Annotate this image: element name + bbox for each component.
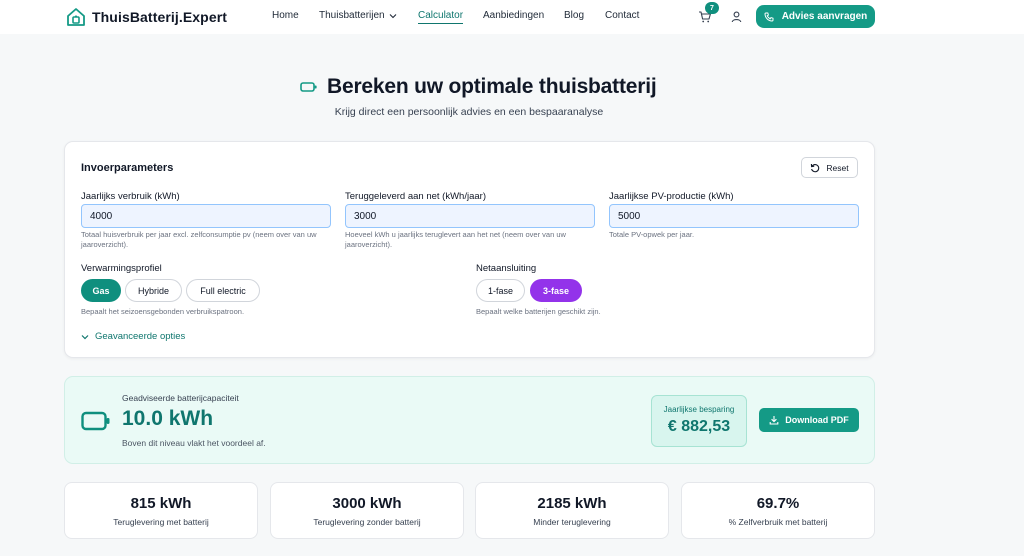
page-subtitle: Krijg direct een persoonlijk advies en e… xyxy=(334,106,604,118)
house-battery-icon xyxy=(67,8,85,26)
stat-label: % Zelfverbruik met batterij xyxy=(728,517,828,527)
stat-value: 3000 kWh xyxy=(332,495,402,512)
phone-icon xyxy=(764,12,774,22)
request-advice-button[interactable]: Advies aanvragen xyxy=(756,5,875,28)
recommendation-card: Geadviseerde batterijcapaciteit 10.0 kWh… xyxy=(64,376,875,464)
nav-thuisbatterijen[interactable]: Thuisbatterijen xyxy=(319,10,397,21)
grid-option-1-fase[interactable]: 1-fase xyxy=(476,279,525,302)
stat-card-self-consumption: 69.7% % Zelfverbruik met batterij xyxy=(681,482,875,539)
heating-profile-label: Verwarmingsprofiel xyxy=(81,263,162,274)
grid-export-label: Teruggeleverd aan net (kWh/jaar) xyxy=(345,191,486,202)
stat-label: Teruglevering zonder batterij xyxy=(313,517,421,527)
advanced-options-label: Geavanceerde opties xyxy=(95,331,186,342)
annual-saving-value: € 882,53 xyxy=(667,418,731,435)
page-title-text: Bereken uw optimale thuisbatterij xyxy=(327,75,657,98)
heating-profile-help: Bepaalt het seizoensgebonden verbruikspa… xyxy=(81,307,245,316)
stat-value: 69.7% xyxy=(756,495,800,512)
stat-card-less-export: 2185 kWh Minder teruglevering xyxy=(475,482,669,539)
recommended-capacity-label: Geadviseerde batterijcapaciteit xyxy=(122,393,239,403)
recommended-capacity-value: 10.0 kWh xyxy=(122,407,214,430)
download-pdf-button[interactable]: Download PDF xyxy=(759,408,859,432)
nav-contact[interactable]: Contact xyxy=(605,10,639,21)
stat-label: Minder teruglevering xyxy=(533,517,611,527)
annual-saving-label: Jaarlijkse besparing xyxy=(663,405,735,414)
download-pdf-label: Download PDF xyxy=(785,415,849,425)
battery-icon xyxy=(300,82,317,92)
grid-export-input[interactable]: 3000 xyxy=(345,204,595,228)
heating-option-hybride[interactable]: Hybride xyxy=(125,279,182,302)
recommended-capacity-note: Boven dit niveau vlakt het voordeel af. xyxy=(122,438,266,448)
stat-label: Teruglevering met batterij xyxy=(113,517,209,527)
chevron-down-icon xyxy=(389,13,396,18)
stat-value: 2185 kWh xyxy=(537,495,607,512)
reset-icon xyxy=(811,163,820,172)
heating-option-gas[interactable]: Gas xyxy=(81,279,121,302)
reset-button[interactable]: Reset xyxy=(801,157,858,178)
battery-icon xyxy=(81,411,110,431)
nav-aanbiedingen[interactable]: Aanbiedingen xyxy=(483,10,544,21)
annual-consumption-label: Jaarlijks verbruik (kWh) xyxy=(81,191,180,202)
pv-production-input[interactable]: 5000 xyxy=(609,204,859,228)
page-title: Bereken uw optimale thuisbatterij xyxy=(300,75,657,99)
annual-consumption-help: Totaal huisverbruik per jaar excl. zelfc… xyxy=(81,230,317,249)
card-title: Invoerparameters xyxy=(81,162,174,174)
input-parameters-card: Invoerparameters Reset Jaarlijks verbrui… xyxy=(64,141,875,358)
stat-card-export-with-battery: 815 kWh Teruglevering met batterij xyxy=(64,482,258,539)
grid-connection-help: Bepaalt welke batterijen geschikt zijn. xyxy=(476,307,601,316)
nav-calculator[interactable]: Calculator xyxy=(418,10,464,24)
annual-saving-box: Jaarlijkse besparing € 882,53 xyxy=(651,395,747,447)
top-navigation-bar: ThuisBatterij.Expert Home Thuisbatterije… xyxy=(0,0,1024,34)
stat-value: 815 kWh xyxy=(130,495,192,512)
pv-production-label: Jaarlijkse PV-productie (kWh) xyxy=(609,191,734,202)
request-advice-label: Advies aanvragen xyxy=(781,11,868,22)
logo-text: ThuisBatterij.Expert xyxy=(92,9,228,25)
chevron-down-icon xyxy=(81,334,89,339)
nav-home[interactable]: Home xyxy=(272,10,299,21)
user-icon[interactable] xyxy=(731,11,742,23)
annual-consumption-input[interactable]: 4000 xyxy=(81,204,331,228)
heating-option-full-electric[interactable]: Full electric xyxy=(186,279,260,302)
site-logo[interactable]: ThuisBatterij.Expert xyxy=(66,7,227,27)
cart-count-badge: 7 xyxy=(705,2,719,14)
nav-thuisbatterijen-label: Thuisbatterijen xyxy=(319,10,385,21)
grid-connection-label: Netaansluiting xyxy=(476,263,537,274)
stat-card-export-without-battery: 3000 kWh Teruglevering zonder batterij xyxy=(270,482,464,539)
grid-export-help: Hoeveel kWh u jaarlijks teruglevert aan … xyxy=(345,230,566,249)
reset-label: Reset xyxy=(826,162,849,173)
grid-option-3-fase[interactable]: 3-fase xyxy=(530,279,582,302)
download-icon xyxy=(769,416,779,425)
nav-blog[interactable]: Blog xyxy=(564,10,584,21)
pv-production-help: Totale PV-opwek per jaar. xyxy=(609,230,695,239)
advanced-options-toggle[interactable]: Geavanceerde opties xyxy=(81,331,185,342)
